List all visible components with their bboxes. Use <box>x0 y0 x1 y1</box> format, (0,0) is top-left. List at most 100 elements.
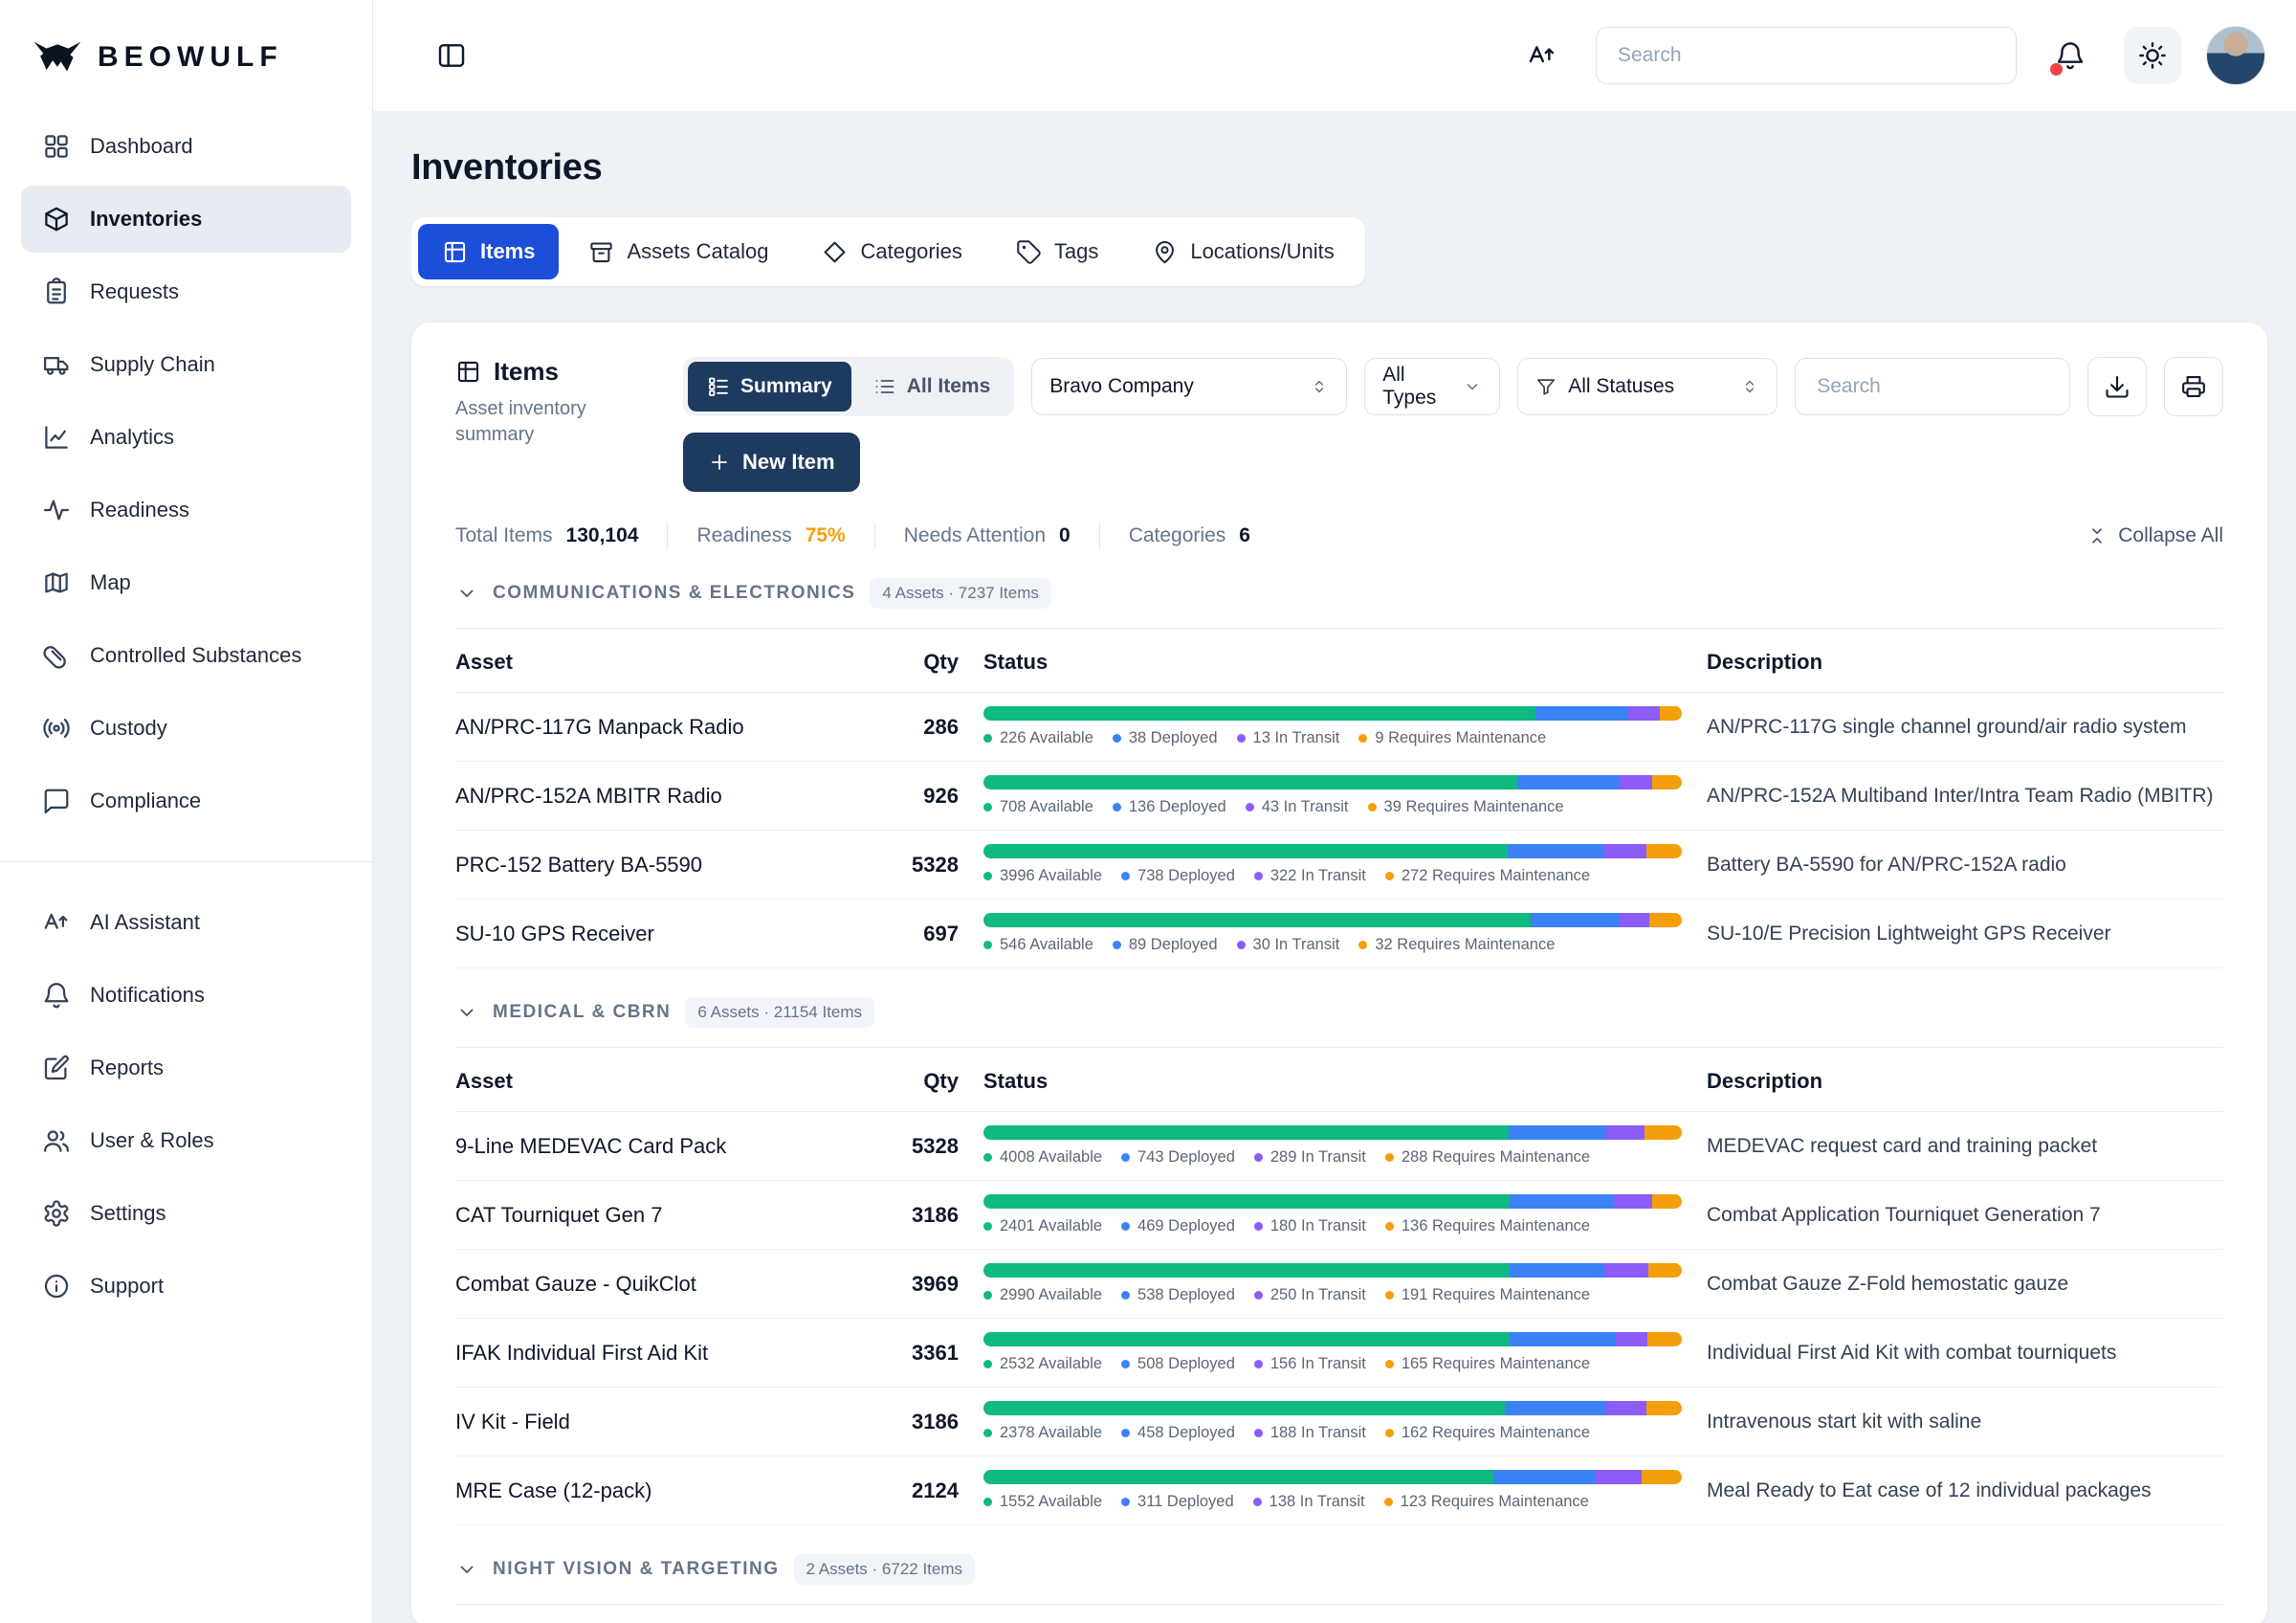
legend-available: 2378 Available <box>983 1424 1102 1442</box>
sidebar-item-notifications[interactable]: Notifications <box>21 962 351 1029</box>
app-root: BEOWULF Dashboard Inventories Requests S… <box>0 0 2296 1623</box>
section-badge: 6 Assets · 21154 Items <box>685 997 874 1028</box>
bar-segment-in_transit <box>1613 1194 1652 1209</box>
collapse-icon <box>2086 525 2108 546</box>
asset-qty: 2124 <box>853 1478 959 1503</box>
table-row[interactable]: PRC-152 Battery BA-5590 5328 3996 Availa… <box>455 831 2223 900</box>
topbar-right <box>1513 26 2265 85</box>
sidebar-item-analytics[interactable]: Analytics <box>21 404 351 471</box>
section-header[interactable]: COMMUNICATIONS & ELECTRONICS 4 Assets · … <box>455 549 2223 629</box>
tab-assets-catalog[interactable]: Assets Catalog <box>564 224 792 279</box>
tab-tags[interactable]: Tags <box>992 224 1122 279</box>
panel-subtitle: Asset inventory summary <box>455 396 658 448</box>
print-button[interactable] <box>2164 357 2223 416</box>
table-row[interactable]: Combat Gauze - QuikClot 3969 2990 Availa… <box>455 1250 2223 1319</box>
sidebar-item-controlled-substances[interactable]: Controlled Substances <box>21 622 351 689</box>
section-header[interactable]: MEDICAL & CBRN 6 Assets · 21154 Items <box>455 968 2223 1048</box>
items-search-input[interactable] <box>1817 375 2048 398</box>
tab-label: Items <box>480 239 535 264</box>
sidebar-item-compliance[interactable]: Compliance <box>21 767 351 834</box>
sidebar-item-ai-assistant[interactable]: AI Assistant <box>21 889 351 956</box>
legend-available: 2401 Available <box>983 1217 1102 1235</box>
tab-categories[interactable]: Categories <box>798 224 985 279</box>
bar-segment-in_transit <box>1606 1125 1645 1140</box>
status-bar <box>983 1470 1682 1484</box>
section-header[interactable]: NIGHT VISION & TARGETING 2 Assets · 6722… <box>455 1525 2223 1605</box>
legend-in_transit: 156 In Transit <box>1254 1355 1366 1373</box>
collapse-all-label: Collapse All <box>2118 524 2223 547</box>
legend-available: 1552 Available <box>983 1493 1102 1511</box>
main-area: Inventories Items Assets Catalog Categor… <box>373 0 2296 1623</box>
type-select[interactable]: All Types <box>1364 358 1500 415</box>
asset-qty: 5328 <box>853 1134 959 1159</box>
sidebar-item-label: Compliance <box>90 789 201 813</box>
ai-assistant-button[interactable] <box>1513 27 1571 84</box>
new-item-button[interactable]: New Item <box>683 433 860 492</box>
sidebar-item-label: Dashboard <box>90 134 193 159</box>
status-select[interactable]: All Statuses <box>1517 358 1777 415</box>
sidebar-item-user-roles[interactable]: User & Roles <box>21 1107 351 1174</box>
tab-locations-units[interactable]: Locations/Units <box>1128 224 1358 279</box>
summary-list-icon <box>707 375 730 398</box>
table-row[interactable]: 9-Line MEDEVAC Card Pack 5328 4008 Avail… <box>455 1112 2223 1181</box>
bar-segment-maintenance <box>1646 1401 1682 1415</box>
status-bar <box>983 775 1682 789</box>
notifications-button[interactable] <box>2042 27 2099 84</box>
global-search-input[interactable] <box>1618 44 1995 67</box>
asset-description: Intravenous start kit with saline <box>1707 1411 2223 1434</box>
controlled-substances-icon <box>42 641 71 670</box>
company-select-value: Bravo Company <box>1049 375 1194 398</box>
sidebar-item-dashboard[interactable]: Dashboard <box>21 113 351 180</box>
sidebar-item-inventories[interactable]: Inventories <box>21 186 351 253</box>
section-title: NIGHT VISION & TARGETING <box>493 1559 780 1580</box>
sidebar-item-map[interactable]: Map <box>21 549 351 616</box>
sidebar-toggle-button[interactable] <box>423 27 480 84</box>
table-row[interactable]: MRE Case (12-pack) 2124 1552 Available31… <box>455 1456 2223 1525</box>
reports-icon <box>42 1054 71 1082</box>
bar-segment-in_transit <box>1615 1332 1647 1346</box>
sidebar-item-support[interactable]: Support <box>21 1253 351 1320</box>
table-rows: 9-Line MEDEVAC Card Pack 5328 4008 Avail… <box>455 1112 2223 1525</box>
filter-row: Summary All Items Bravo Company All Type… <box>683 357 2223 416</box>
section-body: Asset Qty Status Description AN/PRC-117G… <box>455 629 2223 968</box>
sidebar-nav-primary: Dashboard Inventories Requests Supply Ch… <box>0 107 372 834</box>
requests-icon <box>42 278 71 306</box>
company-select[interactable]: Bravo Company <box>1031 358 1347 415</box>
section-badge: 4 Assets · 7237 Items <box>870 578 1050 609</box>
sidebar-item-supply-chain[interactable]: Supply Chain <box>21 331 351 398</box>
legend-maintenance: 162 Requires Maintenance <box>1385 1424 1590 1442</box>
export-button[interactable] <box>2087 357 2147 416</box>
panel-header: Items Asset inventory summary Summary Al… <box>455 357 2223 492</box>
sidebar-item-reports[interactable]: Reports <box>21 1034 351 1101</box>
table-row[interactable]: AN/PRC-152A MBITR Radio 926 708 Availabl… <box>455 762 2223 831</box>
asset-description: MEDEVAC request card and training packet <box>1707 1135 2223 1158</box>
sidebar-item-requests[interactable]: Requests <box>21 258 351 325</box>
sidebar-item-settings[interactable]: Settings <box>21 1180 351 1247</box>
legend-deployed: 136 Deployed <box>1113 798 1226 816</box>
table-row[interactable]: IFAK Individual First Aid Kit 3361 2532 … <box>455 1319 2223 1388</box>
asset-qty: 3969 <box>853 1272 959 1297</box>
printer-icon <box>2180 373 2207 400</box>
bar-segment-in_transit <box>1628 706 1660 721</box>
sidebar-item-custody[interactable]: Custody <box>21 695 351 762</box>
sidebar-item-readiness[interactable]: Readiness <box>21 477 351 544</box>
theme-toggle-button[interactable] <box>2124 27 2181 84</box>
collapse-all-button[interactable]: Collapse All <box>2086 524 2223 547</box>
custody-icon <box>42 714 71 743</box>
stat-readiness: Readiness 75% <box>667 522 873 549</box>
asset-status: 2401 Available469 Deployed180 In Transit… <box>983 1194 1682 1235</box>
tab-items[interactable]: Items <box>418 224 559 279</box>
view-toggle-all-items[interactable]: All Items <box>854 362 1010 411</box>
table-row[interactable]: AN/PRC-117G Manpack Radio 286 226 Availa… <box>455 693 2223 762</box>
tab-label: Tags <box>1054 239 1098 264</box>
assets-catalog-icon <box>588 239 614 265</box>
section-title: MEDICAL & CBRN <box>493 1002 671 1023</box>
user-avatar[interactable] <box>2206 26 2265 85</box>
asset-name: Combat Gauze - QuikClot <box>455 1272 828 1297</box>
view-toggle-summary[interactable]: Summary <box>688 362 851 411</box>
brand[interactable]: BEOWULF <box>0 0 372 107</box>
bar-segment-maintenance <box>1648 1263 1682 1278</box>
table-row[interactable]: IV Kit - Field 3186 2378 Available458 De… <box>455 1388 2223 1456</box>
table-row[interactable]: SU-10 GPS Receiver 697 546 Available89 D… <box>455 900 2223 968</box>
table-row[interactable]: CAT Tourniquet Gen 7 3186 2401 Available… <box>455 1181 2223 1250</box>
